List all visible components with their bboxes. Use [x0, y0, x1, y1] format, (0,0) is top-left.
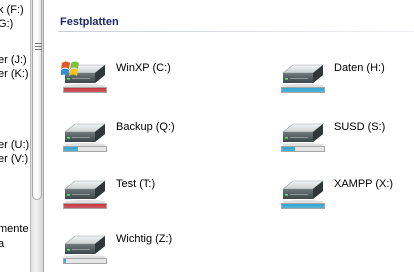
hard-drive-icon: [279, 116, 327, 148]
usage-bar: [63, 258, 107, 264]
navigation-pane: k (F:) G:) er (J:) er (K:) er (U:) er (V…: [0, 0, 30, 272]
drive-label: WinXP (C:): [116, 62, 171, 74]
scrollbar-thumb[interactable]: [32, 0, 42, 200]
usage-bar: [281, 203, 325, 209]
section-divider: [58, 31, 414, 32]
usage-bar: [281, 146, 325, 152]
drive-label: Daten (H:): [334, 62, 385, 74]
hard-drive-icon: [61, 173, 109, 205]
hard-drive-icon: [279, 173, 327, 205]
nav-item-drive-k[interactable]: er (K:): [0, 68, 29, 81]
usage-bar: [63, 146, 107, 152]
nav-item-documents[interactable]: mente: [0, 223, 29, 236]
drive-item-q[interactable]: Backup (Q:): [61, 116, 211, 156]
hard-drive-windows-icon: [60, 57, 109, 89]
grip-icon: [35, 43, 42, 51]
drive-item-z[interactable]: Wichtig (Z:): [61, 228, 211, 268]
nav-item-truncated[interactable]: a: [0, 238, 4, 251]
drive-item-x[interactable]: XAMPP (X:): [279, 173, 414, 213]
nav-item-drive-u[interactable]: er (U:): [0, 139, 29, 152]
nav-item-drive-j[interactable]: er (J:): [0, 54, 27, 67]
drive-label: Test (T:): [116, 178, 156, 190]
drive-label: Wichtig (Z:): [116, 233, 173, 245]
drive-item-c[interactable]: WinXP (C:): [60, 57, 211, 97]
drive-item-t[interactable]: Test (T:): [61, 173, 211, 213]
nav-item-drive-g[interactable]: G:): [0, 18, 13, 31]
hard-drive-icon: [61, 228, 109, 260]
pane-splitter[interactable]: [30, 0, 44, 272]
nav-item-drive-v[interactable]: er (V:): [0, 153, 28, 166]
hard-drive-icon: [279, 57, 327, 89]
usage-bar: [63, 203, 107, 209]
drives-panel: Festplatten WinXP (C:) Backup (Q:) Test …: [44, 0, 414, 272]
drive-item-h[interactable]: Daten (H:): [279, 57, 414, 97]
hard-drive-icon: [61, 116, 109, 148]
usage-bar: [63, 87, 107, 93]
drive-label: XAMPP (X:): [334, 178, 394, 190]
section-header[interactable]: Festplatten: [60, 16, 119, 28]
drive-label: SUSD (S:): [334, 121, 386, 133]
drive-item-s[interactable]: SUSD (S:): [279, 116, 414, 156]
usage-bar: [281, 87, 325, 93]
nav-item-drive-f[interactable]: k (F:): [0, 4, 24, 17]
drive-label: Backup (Q:): [116, 121, 175, 133]
